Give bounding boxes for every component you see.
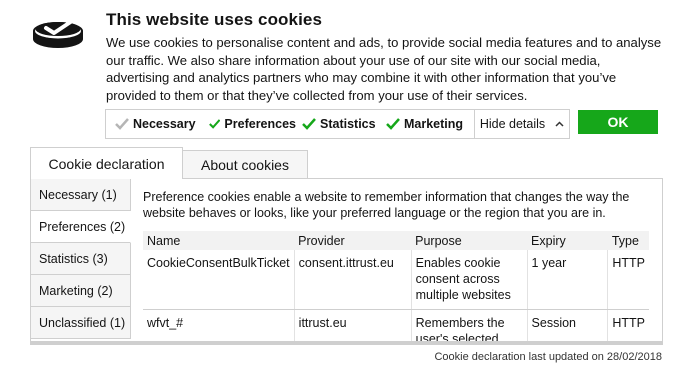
category-statistics[interactable]: Statistics (3) (31, 243, 131, 275)
cookie-check-icon (33, 19, 83, 48)
cookie-table: Name Provider Purpose Expiry Type Cookie… (143, 231, 649, 341)
checkmark-disabled-icon (115, 118, 129, 130)
cookie-expiry: Session (527, 309, 609, 341)
checkbox-label: Necessary (133, 117, 196, 131)
banner-title: This website uses cookies (106, 10, 323, 29)
table-row: wfvt_# ittrust.eu Remembers the user's s… (143, 309, 649, 341)
declaration-panel: Necessary (1) Preferences (2) Statistics… (30, 178, 663, 345)
ok-button[interactable]: OK (578, 110, 658, 134)
cookie-name: CookieConsentBulkTicket (143, 250, 295, 310)
checkbox-statistics[interactable]: Statistics (296, 110, 380, 138)
category-necessary[interactable]: Necessary (1) (31, 179, 131, 211)
checkbox-marketing[interactable]: Marketing (380, 110, 474, 138)
category-unclassified[interactable]: Unclassified (1) (31, 307, 131, 339)
checkbox-label: Marketing (404, 117, 464, 131)
banner-intro: We use cookies to personalise content an… (106, 35, 662, 103)
table-row: CookieConsentBulkTicket consent.ittrust.… (143, 250, 649, 310)
checkbox-necessary[interactable]: Necessary (106, 110, 203, 138)
consent-checkbar: Necessary Preferences Statistics Marketi… (105, 109, 570, 139)
column-header-provider: Provider (294, 231, 412, 250)
checkmark-icon (209, 119, 221, 129)
column-header-name: Name (143, 231, 295, 250)
cookie-purpose: Remembers the user's selected (411, 309, 528, 341)
cookie-type: HTTP (607, 309, 649, 341)
checkmark-icon (386, 118, 400, 130)
checkbox-label: Preferences (224, 117, 296, 131)
chevron-up-icon (555, 121, 564, 127)
cookie-expiry: 1 year (527, 250, 609, 310)
cookie-type: HTTP (607, 250, 649, 310)
category-marketing[interactable]: Marketing (2) (31, 275, 131, 307)
last-updated-note: Cookie declaration last updated on 28/02… (434, 351, 662, 363)
category-preferences[interactable]: Preferences (2) (31, 211, 131, 243)
cookie-purpose: Enables cookie consent across multiple w… (411, 250, 528, 310)
checkbox-preferences[interactable]: Preferences (203, 110, 296, 138)
tab-about-cookies[interactable]: About cookies (183, 150, 308, 179)
tab-bar: Cookie declaration About cookies (30, 147, 308, 179)
column-header-expiry: Expiry (527, 231, 608, 250)
hide-details-label: Hide details (479, 117, 546, 131)
checkbox-label: Statistics (320, 117, 376, 131)
table-header-row: Name Provider Purpose Expiry Type (143, 231, 649, 250)
column-header-purpose: Purpose (411, 231, 528, 250)
cookie-name: wfvt_# (143, 309, 295, 341)
cookie-provider: ittrust.eu (294, 309, 412, 341)
checkmark-icon (302, 118, 316, 130)
column-header-type: Type (607, 231, 649, 250)
tab-cookie-declaration[interactable]: Cookie declaration (30, 147, 183, 179)
hide-details-button[interactable]: Hide details (474, 110, 569, 138)
cookie-provider: consent.ittrust.eu (294, 250, 412, 310)
category-description: Preference cookies enable a website to r… (143, 190, 630, 220)
category-details: Preference cookies enable a website to r… (143, 189, 653, 341)
category-sidebar: Necessary (1) Preferences (2) Statistics… (31, 179, 131, 339)
